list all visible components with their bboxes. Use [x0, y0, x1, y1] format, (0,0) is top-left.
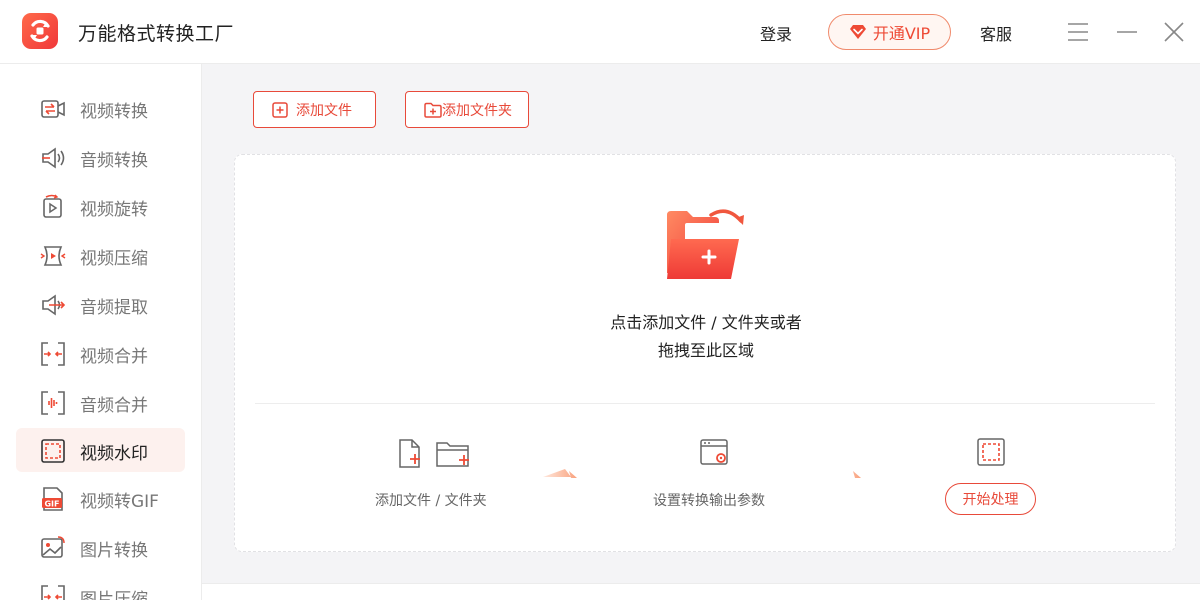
sidebar-item-image-compress[interactable]: 图片压缩 — [16, 574, 185, 600]
bottom-strip — [202, 583, 1200, 600]
add-file-icon — [272, 101, 288, 118]
arrow-right-icon — [543, 469, 577, 478]
gif-icon: GIF — [42, 487, 63, 511]
sidebar-item-video-compress[interactable]: 视频压缩 — [16, 233, 185, 277]
video-convert-icon — [41, 100, 65, 118]
arrow-right-icon — [827, 471, 861, 478]
image-convert-icon — [41, 536, 65, 558]
customer-service-link[interactable]: 客服 — [980, 21, 1012, 45]
sidebar-item-audio-convert[interactable]: 音频转换 — [16, 135, 185, 179]
step-add-file-label: 添加文件 / 文件夹 — [375, 493, 487, 509]
minimize-icon[interactable] — [1115, 20, 1139, 44]
video-merge-icon — [41, 342, 65, 366]
divider — [255, 403, 1155, 404]
login-link[interactable]: 登录 — [760, 21, 792, 45]
video-compress-icon — [40, 246, 66, 266]
settings-window-icon — [700, 439, 728, 465]
drop-zone-hint-line2: 拖拽至此区域 — [657, 341, 754, 360]
vip-button[interactable]: 开通VIP — [828, 14, 951, 50]
file-drop-zone[interactable]: 点击添加文件 / 文件夹或者 拖拽至此区域 添加文件 / 文件夹 设置转换输出参… — [234, 154, 1176, 552]
video-rotate-icon — [43, 194, 62, 218]
sidebar-item-label: 视频合并 — [80, 347, 148, 367]
app-logo-icon — [22, 13, 58, 49]
app-title: 万能格式转换工厂 — [78, 23, 235, 45]
add-file-button-label: 添加文件 — [296, 102, 352, 119]
vip-button-label: 开通VIP — [872, 24, 931, 43]
audio-merge-icon — [41, 391, 65, 415]
add-file-button[interactable]: 添加文件 — [253, 91, 376, 128]
title-bar: 万能格式转换工厂 登录 开通VIP 客服 — [0, 0, 1200, 64]
sidebar-item-video-to-gif[interactable]: GIF 视频转GIF — [16, 476, 185, 520]
step-settings-label: 设置转换输出参数 — [653, 493, 765, 509]
gif-badge-text: GIF — [44, 500, 59, 509]
sidebar-item-audio-merge[interactable]: 音频合并 — [16, 380, 185, 424]
diamond-icon — [849, 25, 866, 39]
video-watermark-icon — [41, 439, 65, 463]
sidebar-item-label: 视频转GIF — [80, 492, 159, 512]
sidebar-item-label: 音频转换 — [80, 151, 148, 171]
main-panel: 添加文件 添加文件夹 点击添加文件 / 文件夹或者 拖拽至此区域 添加文件 / … — [202, 64, 1200, 600]
sidebar-item-label: 图片转换 — [80, 541, 148, 561]
sidebar-item-video-convert[interactable]: 视频转换 — [16, 86, 185, 130]
add-folder-icon — [424, 102, 442, 118]
audio-extract-icon — [42, 294, 66, 316]
sidebar: 视频转换 音频转换 视频旋转 视频压缩 音频提取 视频合并 音频合并 视频水印 … — [0, 64, 202, 600]
folder-add-icon — [667, 209, 744, 279]
image-compress-icon — [41, 585, 65, 600]
drop-zone-hint-line1: 点击添加文件 / 文件夹或者 — [610, 313, 802, 332]
sidebar-item-label: 音频合并 — [80, 396, 148, 416]
sidebar-item-label: 视频旋转 — [80, 200, 148, 220]
sidebar-item-video-merge[interactable]: 视频合并 — [16, 331, 185, 375]
start-process-button[interactable]: 开始处理 — [945, 483, 1036, 515]
sidebar-item-label: 视频水印 — [80, 444, 148, 464]
audio-convert-icon — [42, 147, 65, 169]
add-folder-button-label: 添加文件夹 — [442, 102, 512, 119]
sidebar-item-image-convert[interactable]: 图片转换 — [16, 525, 185, 569]
folder-add-small-icon — [436, 442, 469, 467]
sidebar-item-label: 视频压缩 — [80, 249, 148, 269]
sidebar-item-label: 音频提取 — [80, 298, 148, 318]
sidebar-item-label: 视频转换 — [80, 102, 148, 122]
watermark-process-icon — [977, 438, 1005, 466]
menu-icon[interactable] — [1066, 20, 1090, 44]
sidebar-item-video-rotate[interactable]: 视频旋转 — [16, 184, 185, 228]
close-icon[interactable] — [1162, 20, 1186, 44]
sidebar-item-label: 图片压缩 — [80, 590, 148, 600]
add-folder-button[interactable]: 添加文件夹 — [405, 91, 529, 128]
sidebar-item-audio-extract[interactable]: 音频提取 — [16, 282, 185, 326]
sidebar-item-video-watermark[interactable]: 视频水印 — [16, 428, 185, 472]
file-add-icon — [399, 439, 420, 468]
